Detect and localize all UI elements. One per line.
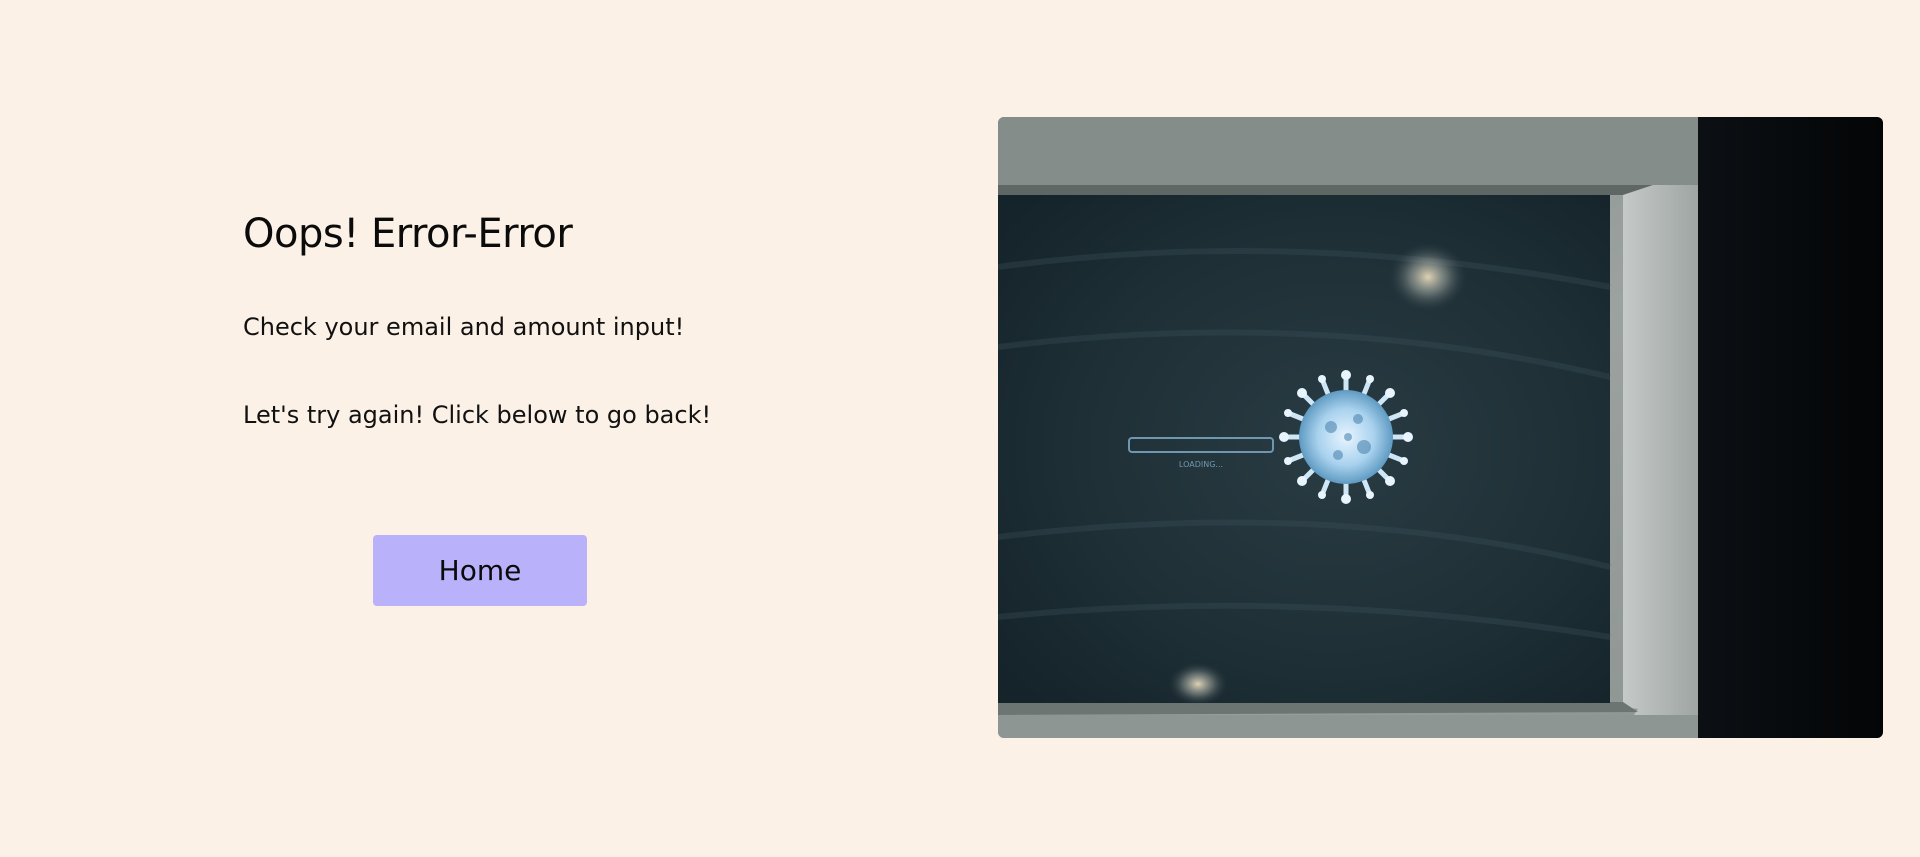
loading-text: LOADING... xyxy=(1179,460,1223,469)
retry-message: Let's try again! Click below to go back! xyxy=(243,401,712,430)
crt-monitor-image: LOADING... xyxy=(998,117,1883,738)
error-content: Oops! Error-Error Check your email and a… xyxy=(243,210,843,431)
virus-icon xyxy=(1279,370,1413,504)
home-button[interactable]: Home xyxy=(373,535,587,606)
error-message: Check your email and amount input! xyxy=(243,313,685,341)
page-title: Oops! Error-Error xyxy=(243,211,573,257)
error-page: Oops! Error-Error Check your email and a… xyxy=(0,0,1920,857)
